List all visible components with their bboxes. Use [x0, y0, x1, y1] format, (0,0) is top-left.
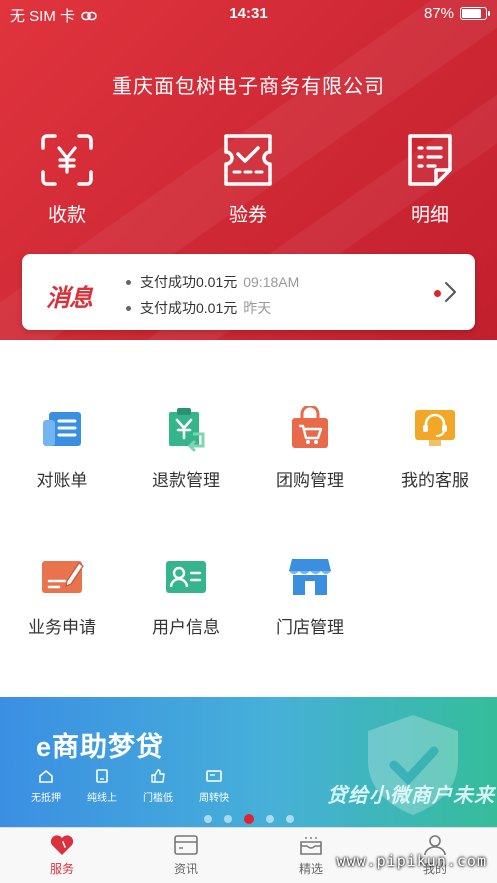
banner-feature-label: 门槛低	[143, 793, 173, 804]
banner-feature: 周转快	[190, 769, 238, 804]
menu-item-label: 门店管理	[276, 618, 344, 637]
banner-title: e商助梦贷	[36, 732, 165, 762]
banner-feature: 无抵押	[22, 769, 70, 804]
tray-icon	[300, 837, 322, 855]
tab-label: 服务	[49, 862, 74, 876]
banner-feature-label: 周转快	[199, 793, 229, 804]
menu-item-customer-service[interactable]: 我的客服	[373, 406, 497, 491]
news-card-icon	[174, 835, 198, 855]
clock: 14:31	[229, 5, 268, 22]
home-icon	[39, 769, 53, 783]
menu-item-label: 我的客服	[401, 471, 469, 490]
banner-feature-label: 无抵押	[31, 793, 61, 804]
collect-payment-button[interactable]: 收款	[12, 132, 122, 227]
tab-label: 精选	[298, 862, 323, 876]
menu-item-label: 对账单	[36, 471, 88, 490]
menu-item-refund[interactable]: 退款管理	[124, 406, 248, 491]
verify-coupon-button[interactable]: 验券	[193, 132, 303, 227]
banner-feature: 纯线上	[78, 769, 126, 804]
bullet-icon	[126, 305, 131, 311]
application-edit-icon	[42, 561, 84, 593]
collect-payment-label: 收款	[47, 205, 86, 226]
menu-item-statement[interactable]: 对账单	[0, 406, 124, 491]
banner-feature-label: 纯线上	[87, 793, 117, 804]
unread-dot	[434, 290, 441, 297]
message-item: 支付成功0.01元 09:18AM	[126, 272, 299, 292]
message-text: 支付成功0.01元	[140, 274, 238, 290]
banner-slogan: 贷给小微商户未来	[327, 785, 495, 807]
menu-item-label: 业务申请	[28, 618, 96, 637]
company-name: 重庆面包树电子商务有限公司	[112, 76, 385, 98]
menu-item-label: 用户信息	[152, 618, 220, 637]
shopping-bag-cart-icon	[292, 406, 328, 448]
watermark-text: www.pipikun.com	[336, 852, 487, 870]
battery-icon	[460, 7, 490, 20]
battery-percent: 87%	[423, 5, 454, 22]
receipt-yuan-scan-icon	[41, 134, 93, 186]
menu-item-store-management[interactable]: 门店管理	[248, 553, 372, 638]
message-logo: 消息	[46, 285, 93, 312]
details-button[interactable]: 明细	[375, 132, 485, 227]
verify-coupon-label: 验券	[228, 205, 267, 226]
banner-feature: 门槛低	[134, 769, 182, 804]
menu-item-label: 团购管理	[276, 471, 344, 490]
menu-item-user-info[interactable]: 用户信息	[124, 553, 248, 638]
ticket-check-icon	[224, 134, 272, 186]
customer-service-icon	[415, 410, 455, 446]
menu-item-business-application[interactable]: 业务申请	[0, 553, 124, 638]
tablet-icon	[96, 769, 108, 783]
carousel-dot[interactable]	[223, 815, 232, 823]
menu-item-label: 退款管理	[152, 471, 220, 490]
bullet-icon	[126, 279, 131, 285]
carousel-dot[interactable]	[243, 814, 254, 824]
store-icon	[289, 559, 331, 595]
carousel-indicator[interactable]	[0, 814, 497, 824]
carousel-dot[interactable]	[285, 815, 294, 823]
message-text: 支付成功0.01元	[140, 300, 238, 316]
heart-icon	[50, 835, 74, 855]
thumbs-up-icon	[151, 769, 165, 783]
details-label: 明细	[410, 205, 449, 226]
carousel-dot[interactable]	[203, 815, 212, 823]
carousel-dot[interactable]	[265, 815, 274, 823]
statement-icon	[43, 412, 81, 446]
promo-banner[interactable]: e商助梦贷 无抵押 纯线上 门槛低 周转快 贷给小微商户未来	[0, 697, 497, 827]
message-time: 昨天	[243, 300, 272, 316]
card-icon	[206, 770, 222, 782]
tab-news[interactable]: 资讯	[136, 834, 236, 877]
message-item: 支付成功0.01元 昨天	[126, 298, 271, 318]
menu-item-group-buy[interactable]: 团购管理	[248, 406, 372, 491]
status-bar: 无 SIM 卡 14:31 87%	[0, 0, 497, 28]
user-card-icon	[166, 561, 206, 593]
message-time: 09:18AM	[243, 274, 300, 290]
tab-service[interactable]: 服务	[12, 834, 112, 877]
message-card[interactable]: 消息 支付成功0.01元 09:18AM 支付成功0.01元 昨天	[22, 254, 475, 330]
tab-label: 资讯	[173, 862, 198, 876]
chevron-right-icon[interactable]	[443, 280, 459, 304]
refund-icon	[169, 408, 205, 452]
document-list-icon	[408, 134, 452, 186]
